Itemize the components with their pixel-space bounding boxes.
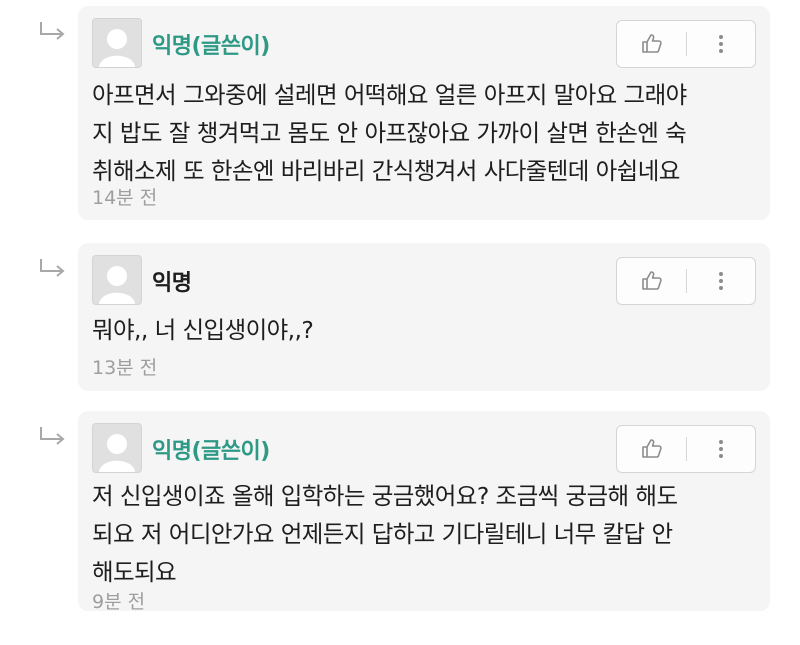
default-avatar-icon	[99, 29, 135, 67]
avatar	[92, 18, 142, 68]
comment-timestamp: 9분 전	[92, 591, 146, 613]
reply-arrow-icon	[40, 259, 65, 277]
comment-line: 취해소제 또 한손엔 바리바리 간식챙겨서 사다줄텐데 아쉽네요	[92, 157, 680, 185]
avatar	[92, 423, 142, 473]
comment-item: 익명(글쓴이) 저 신입생이죠 올해 입학하는 궁금했어요? 조금씩 궁금해 해…	[0, 411, 800, 613]
comment-actions	[616, 425, 756, 473]
more-vertical-icon	[719, 35, 723, 53]
like-button[interactable]	[617, 258, 686, 304]
default-avatar-icon	[99, 266, 135, 304]
comment-card: 익명 뭐야,, 너 신입생이야,,? 13분 전	[78, 243, 770, 391]
comment-body: 뭐야,, 너 신입생이야,,?	[92, 311, 756, 349]
comment-actions	[616, 20, 756, 68]
comment-author: 익명(글쓴이)	[152, 439, 270, 464]
comment-card: 익명(글쓴이) 아프면서 그와중에 설레면 어떡해요 얼른 아프지 말아요 그래…	[78, 6, 770, 220]
like-button[interactable]	[617, 426, 686, 472]
thumbs-up-icon	[641, 271, 662, 290]
thumbs-up-icon	[641, 439, 662, 458]
default-avatar-icon	[99, 434, 135, 472]
thumbs-up-icon	[641, 34, 662, 53]
comment-line: 아프면서 그와중에 설레면 어떡해요 얼른 아프지 말아요 그래야	[92, 81, 687, 109]
more-options-button[interactable]	[687, 258, 755, 304]
reply-arrow-icon	[40, 427, 65, 445]
comment-body: 저 신입생이죠 올해 입학하는 궁금했어요? 조금씩 궁금해 해도 되요 저 어…	[92, 477, 756, 591]
comment-line: 되요 저 어디안가요 언제든지 답하고 기다릴테니 너무 칼답 안	[92, 520, 673, 548]
like-button[interactable]	[617, 21, 686, 67]
more-options-button[interactable]	[687, 426, 755, 472]
comment-author: 익명	[152, 271, 192, 296]
comment-card: 익명(글쓴이) 저 신입생이죠 올해 입학하는 궁금했어요? 조금씩 궁금해 해…	[78, 411, 770, 613]
comment-timestamp: 13분 전	[92, 357, 158, 379]
comment-line: 해도되요	[92, 558, 177, 586]
comment-actions	[616, 257, 756, 305]
more-options-button[interactable]	[687, 21, 755, 67]
reply-arrow-icon	[40, 22, 65, 40]
comment-line: 저 신입생이죠 올해 입학하는 궁금했어요? 조금씩 궁금해 해도	[92, 482, 678, 510]
more-vertical-icon	[719, 272, 723, 290]
more-vertical-icon	[719, 440, 723, 458]
avatar	[92, 255, 142, 305]
comment-line: 지 밥도 잘 챙겨먹고 몸도 안 아프잖아요 가까이 살면 한손엔 숙	[92, 119, 687, 147]
comment-timestamp: 14분 전	[92, 187, 158, 209]
comment-body: 아프면서 그와중에 설레면 어떡해요 얼른 아프지 말아요 그래야 지 밥도 잘…	[92, 76, 756, 190]
comment-item: 익명 뭐야,, 너 신입생이야,,? 13분 전	[0, 243, 800, 393]
comment-line: 뭐야,, 너 신입생이야,,?	[92, 316, 314, 344]
comment-item: 익명(글쓴이) 아프면서 그와중에 설레면 어떡해요 얼른 아프지 말아요 그래…	[0, 6, 800, 226]
comment-author: 익명(글쓴이)	[152, 34, 270, 59]
